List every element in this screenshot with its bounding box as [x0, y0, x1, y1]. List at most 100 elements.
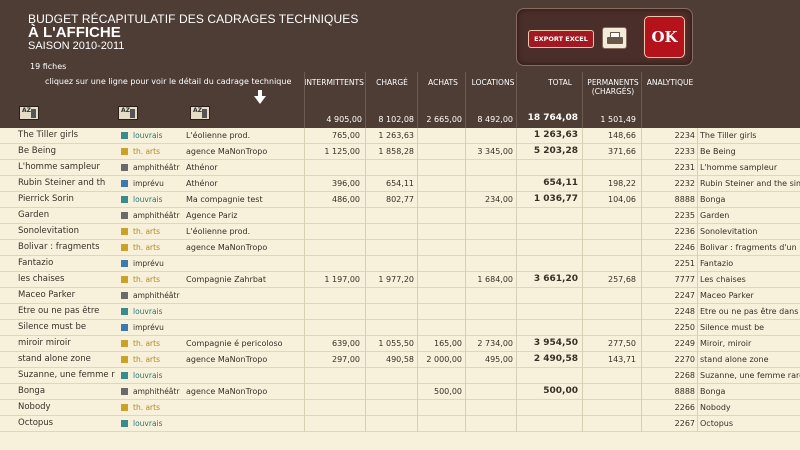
- cell-lieu: amphithéâtr: [133, 163, 180, 172]
- column-divider: [641, 416, 642, 432]
- table-row[interactable]: Octopus louvrais 2267 Octopus: [0, 416, 800, 432]
- cell-libelle: L'homme sampleur: [700, 163, 778, 172]
- cell-lieu: amphithéâtr: [133, 387, 180, 396]
- cell-titre: Maceo Parker: [18, 290, 76, 300]
- column-divider: [582, 272, 583, 288]
- cell-intermittents: [305, 320, 360, 335]
- cell-charge: 1 263,63: [378, 131, 414, 140]
- cell-lieu: louvrais: [133, 371, 163, 380]
- venue-color-swatch: [121, 148, 128, 155]
- col-header-permanents-line1: PERMANENTS: [587, 78, 639, 87]
- column-divider: [697, 384, 698, 400]
- cell-titre: Nobody: [18, 402, 51, 412]
- table-row[interactable]: Sonolevitation th. arts L'éolienne prod. 22…: [0, 224, 800, 240]
- cell-total: 3 954,50: [533, 338, 578, 348]
- table-row[interactable]: Be Being th. arts agence MaNonTropo 1 125,0…: [0, 144, 800, 160]
- column-divider: [417, 272, 418, 288]
- total-achats: 2 665,00: [426, 115, 462, 124]
- cell-charge: [366, 416, 414, 431]
- sort-az-lieu-button[interactable]: AZ: [118, 106, 138, 120]
- cell-locations: [467, 320, 513, 335]
- column-divider: [417, 240, 418, 256]
- cell-achats: [420, 240, 462, 255]
- column-divider: [417, 384, 418, 400]
- cell-intermittents: 1 125,00: [324, 147, 360, 156]
- column-divider: [641, 208, 642, 224]
- cell-intermittents: [305, 384, 360, 399]
- column-divider: [516, 384, 517, 400]
- sort-az-titre-button[interactable]: AZ: [19, 106, 39, 120]
- cell-analytique: 2248: [674, 307, 695, 316]
- cell-total: 500,00: [543, 386, 578, 396]
- cell-total: [518, 240, 578, 255]
- cell-intermittents: [305, 240, 360, 255]
- table-row[interactable]: Garden amphithéâtr Agence Pariz 2235 Garden: [0, 208, 800, 224]
- table-row[interactable]: Bolivar : fragments th. arts agence MaNonT…: [0, 240, 800, 256]
- col-header-analytique[interactable]: ANALYTIQUE: [644, 78, 696, 87]
- cell-achats: [420, 272, 462, 287]
- table-row[interactable]: Rubin Steiner and th imprévu Athénor 396,00…: [0, 176, 800, 192]
- cell-permanents: 277,50: [608, 339, 636, 348]
- column-divider: [516, 144, 517, 160]
- col-header-achats[interactable]: ACHATS: [420, 78, 466, 87]
- column-divider: [641, 352, 642, 368]
- cell-permanents: 198,22: [608, 179, 636, 188]
- col-header-intermittents[interactable]: INTERMITTENTS: [304, 78, 364, 87]
- table-row[interactable]: Bonga amphithéâtr agence MaNonTropo 500,00 5…: [0, 384, 800, 400]
- col-header-locations[interactable]: LOCATIONS: [468, 78, 518, 87]
- cell-production: L'éolienne prod.: [186, 131, 251, 140]
- column-divider: [465, 416, 466, 432]
- col-header-total[interactable]: TOTAL: [540, 78, 580, 87]
- column-divider: [641, 176, 642, 192]
- col-header-charge[interactable]: CHARGÉ: [368, 78, 416, 87]
- column-divider: [516, 368, 517, 384]
- table-row[interactable]: Suzanne, une femme r louvrais 2268 Suzanne,…: [0, 368, 800, 384]
- cell-total: [518, 256, 578, 271]
- cell-analytique: 2266: [674, 403, 695, 412]
- column-divider: [697, 416, 698, 432]
- cell-intermittents: 486,00: [332, 195, 360, 204]
- cell-total: [518, 320, 578, 335]
- column-divider: [697, 192, 698, 208]
- cell-permanents: [584, 368, 636, 383]
- table-row[interactable]: Nobody th. arts 2266 Nobody: [0, 400, 800, 416]
- table-row[interactable]: Etre ou ne pas être louvrais 2248 Etre ou n…: [0, 304, 800, 320]
- table-row[interactable]: miroir miroir th. arts Compagnie é pericol…: [0, 336, 800, 352]
- column-divider: [417, 176, 418, 192]
- cell-charge: [366, 240, 414, 255]
- cell-libelle: Miroir, miroir: [700, 339, 752, 348]
- cell-achats: [420, 416, 462, 431]
- cell-analytique: 2231: [674, 163, 695, 172]
- printer-icon[interactable]: [602, 27, 627, 49]
- export-excel-button[interactable]: EXPORT EXCEL: [528, 30, 594, 48]
- sort-az-label: AZ: [121, 107, 130, 114]
- cell-locations: [467, 400, 513, 415]
- cell-production: [186, 368, 304, 383]
- table-row[interactable]: Fantazio imprévu 2251 Fantazio: [0, 256, 800, 272]
- table-row[interactable]: Pierrick Sorin louvrais Ma compagnie test 4…: [0, 192, 800, 208]
- cell-production: [186, 256, 304, 271]
- table-row[interactable]: stand alone zone th. arts agence MaNonTrop…: [0, 352, 800, 368]
- table-row[interactable]: L'homme sampleur amphithéâtr Athénor 2231 L'…: [0, 160, 800, 176]
- cell-production: [186, 416, 304, 431]
- cell-charge: 654,11: [386, 179, 414, 188]
- cell-production: [186, 320, 304, 335]
- cell-charge: 1 977,20: [378, 275, 414, 284]
- table-row[interactable]: les chaises th. arts Compagnie Zahrbat 1 19…: [0, 272, 800, 288]
- column-divider: [641, 368, 642, 384]
- column-divider: [516, 160, 517, 176]
- cell-permanents: 371,66: [608, 147, 636, 156]
- sort-az-prod-button[interactable]: AZ: [190, 106, 210, 120]
- cell-libelle: Garden: [700, 211, 730, 220]
- cell-achats: [420, 304, 462, 319]
- cell-libelle: Etre ou ne pas être dans les: [700, 307, 800, 316]
- col-header-permanents[interactable]: PERMANENTS (CHARGÉS): [586, 78, 640, 96]
- table-row[interactable]: Silence must be imprévu 2250 Silence must b…: [0, 320, 800, 336]
- column-divider: [697, 256, 698, 272]
- table-row[interactable]: Maceo Parker amphithéâtr 2247 Maceo Parker: [0, 288, 800, 304]
- venue-color-swatch: [121, 164, 128, 171]
- column-divider: [641, 320, 642, 336]
- ok-button[interactable]: OK: [644, 16, 685, 58]
- table-row[interactable]: The Tiller girls louvrais L'éolienne prod.…: [0, 128, 800, 144]
- venue-color-swatch: [121, 212, 128, 219]
